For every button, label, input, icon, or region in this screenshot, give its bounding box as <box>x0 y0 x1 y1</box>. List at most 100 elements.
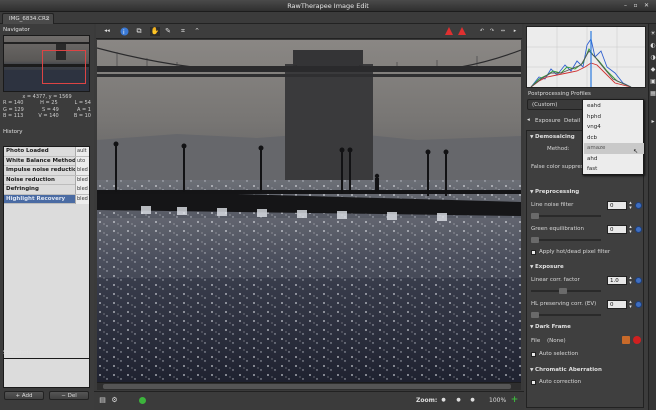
close-icon[interactable]: ✕ <box>643 2 650 9</box>
false-color-label: False color suppress <box>531 164 587 170</box>
demosaicing-header[interactable]: Demosaicing <box>530 134 575 140</box>
collapse-panel-icon[interactable]: ▸ <box>650 118 656 126</box>
lin-corr-reset-icon[interactable] <box>635 277 642 284</box>
filmstrip-icon[interactable]: ▤ <box>98 396 107 405</box>
minimize-icon[interactable]: – <box>622 2 629 9</box>
tab-exposure[interactable]: Exposure <box>535 118 560 124</box>
straighten-tool-icon[interactable]: ⌃ <box>192 27 202 36</box>
info-icon[interactable]: i <box>119 27 129 36</box>
profile-select[interactable]: (Custom) <box>527 99 585 110</box>
dropdown-option[interactable]: fast <box>584 164 644 175</box>
lin-corr-spin[interactable]: ▴ ▾ <box>628 276 633 286</box>
tab-bar: IMG_6834.CR2 × <box>0 12 656 24</box>
detail-tab-icon[interactable]: ◐ <box>650 42 656 50</box>
before-after-icon[interactable]: ⧉ <box>134 27 144 36</box>
chromatic-aberration-header[interactable]: Chromatic Aberration <box>530 367 602 373</box>
hl-preserve-input[interactable]: 0 <box>607 300 627 309</box>
transform-tab-icon[interactable]: ◆ <box>650 66 656 74</box>
hide-panel-icon[interactable]: ◂◂ <box>100 27 114 36</box>
file-value[interactable]: (None) <box>547 338 566 344</box>
zoom-plus-icon[interactable]: + <box>510 396 519 405</box>
image-horizontal-scrollbar[interactable] <box>97 382 521 390</box>
crop-tool-icon[interactable]: ⌗ <box>178 27 188 36</box>
dropdown-option[interactable]: hphd <box>584 112 644 123</box>
zoom-in-icon[interactable]: ● <box>468 396 477 405</box>
line-noise-spin[interactable]: ▴ ▾ <box>628 201 633 211</box>
exposure-tab-icon[interactable]: ☀ <box>650 30 656 38</box>
auto-correction-checkbox[interactable] <box>531 380 536 385</box>
hot-dead-checkbox[interactable] <box>531 250 536 255</box>
exposure-header[interactable]: Exposure <box>530 264 564 270</box>
zoom-fit-icon[interactable]: ● <box>454 396 463 405</box>
tab-back-icon[interactable]: ◂ <box>527 117 530 123</box>
tab-image[interactable]: IMG_6834.CR2 × <box>2 13 54 24</box>
history-item[interactable]: Noise reduction bled <box>4 175 89 185</box>
bottom-bar: ▤ ⚙ Zoom: ● ● ● 100% + <box>94 391 524 410</box>
zoom-out-icon[interactable]: ● <box>439 396 448 405</box>
title-bar: RawTherapee Image Edit – ▫ ✕ <box>0 0 656 12</box>
dropdown-option[interactable]: ahd <box>584 154 644 165</box>
snapshots-list[interactable] <box>3 358 90 388</box>
tool-tabs: ◂ Exposure Detail <box>527 117 587 128</box>
auto-correction-label: Auto correction <box>539 379 582 385</box>
lin-corr-slider[interactable] <box>531 288 601 294</box>
lin-corr-input[interactable]: 1.0 <box>607 276 627 285</box>
metadata-tab-icon[interactable]: ▦ <box>650 90 656 98</box>
open-file-icon[interactable] <box>622 336 630 344</box>
white-balance-picker-icon[interactable]: ✎ <box>163 27 173 36</box>
clear-file-icon[interactable] <box>633 336 641 344</box>
navigator-title: Navigator <box>3 27 30 33</box>
line-noise-label: Line noise filter <box>531 202 574 208</box>
tab-detail[interactable]: Detail <box>564 118 580 124</box>
zoom-label: Zoom: <box>416 397 438 404</box>
navigator-thumbnail[interactable] <box>3 35 90 92</box>
preprocessing-header[interactable]: Preprocessing <box>530 189 579 195</box>
hot-dead-label: Apply hot/dead pixel filter <box>539 249 611 255</box>
hide-right-panel-icon[interactable]: ▸ <box>510 27 520 36</box>
clipped-shadows-icon[interactable] <box>458 27 466 35</box>
history-item[interactable]: Defringing bled <box>4 185 89 195</box>
history-item[interactable]: Photo Loaded ault <box>4 147 89 157</box>
dropdown-option[interactable]: eahd <box>584 101 644 112</box>
file-label: File <box>531 338 541 344</box>
green-eq-input[interactable]: 0 <box>607 225 627 234</box>
hand-tool-icon[interactable]: ✋ <box>150 27 160 36</box>
auto-selection-checkbox[interactable] <box>531 352 536 357</box>
history-item[interactable]: Impulse noise reduction bled <box>4 166 89 176</box>
history-list[interactable]: Photo Loaded ault White Balance Method uto… <box>3 146 90 374</box>
green-eq-spin[interactable]: ▴ ▾ <box>628 225 633 235</box>
scrollbar-thumb[interactable] <box>103 384 511 389</box>
clipped-highlights-icon[interactable] <box>445 27 453 35</box>
hl-preserve-spin[interactable]: ▴ ▾ <box>628 300 633 310</box>
history-item-selected[interactable]: Highlight Recovery bled <box>4 194 89 204</box>
line-noise-reset-icon[interactable] <box>635 202 642 209</box>
history-item[interactable]: White Balance Method uto <box>4 156 89 166</box>
rotate-left-icon[interactable]: ↶ <box>477 27 487 36</box>
dropdown-option[interactable]: dcb <box>584 133 644 144</box>
line-noise-input[interactable]: 0 <box>607 201 627 210</box>
batch-icon[interactable]: ⚙ <box>110 396 119 405</box>
rotate-right-icon[interactable]: ↷ <box>487 27 497 36</box>
green-eq-reset-icon[interactable] <box>635 226 642 233</box>
tab-close-icon[interactable]: × <box>45 14 50 24</box>
snapshots-title: Snapshots <box>3 350 32 356</box>
color-tab-icon[interactable]: ◑ <box>650 54 656 62</box>
green-eq-slider[interactable] <box>531 237 601 243</box>
maximize-icon[interactable]: ▫ <box>632 2 639 9</box>
dropdown-option[interactable]: vng4 <box>584 122 644 133</box>
hl-preserve-slider[interactable] <box>531 312 601 318</box>
navigator-viewport-rect[interactable] <box>42 50 86 84</box>
line-noise-slider[interactable] <box>531 213 601 219</box>
delete-snapshot-button[interactable]: − Del <box>49 391 89 400</box>
photo-bridge-water <box>97 40 521 382</box>
add-snapshot-button[interactable]: + Add <box>4 391 44 400</box>
flip-icon[interactable]: ⇔ <box>498 27 508 36</box>
photo-preview[interactable] <box>97 40 521 382</box>
lin-corr-label: Linear corr. factor <box>531 277 580 283</box>
demosaic-method-dropdown[interactable]: eahd hphd vng4 dcb amaze ahd fast ↖ <box>582 99 644 175</box>
histogram <box>526 26 646 88</box>
save-queue-icon[interactable] <box>138 396 147 405</box>
raw-tab-icon[interactable]: ▣ <box>650 78 656 86</box>
hl-preserve-reset-icon[interactable] <box>635 301 642 308</box>
dark-frame-header[interactable]: Dark Frame <box>530 324 571 330</box>
